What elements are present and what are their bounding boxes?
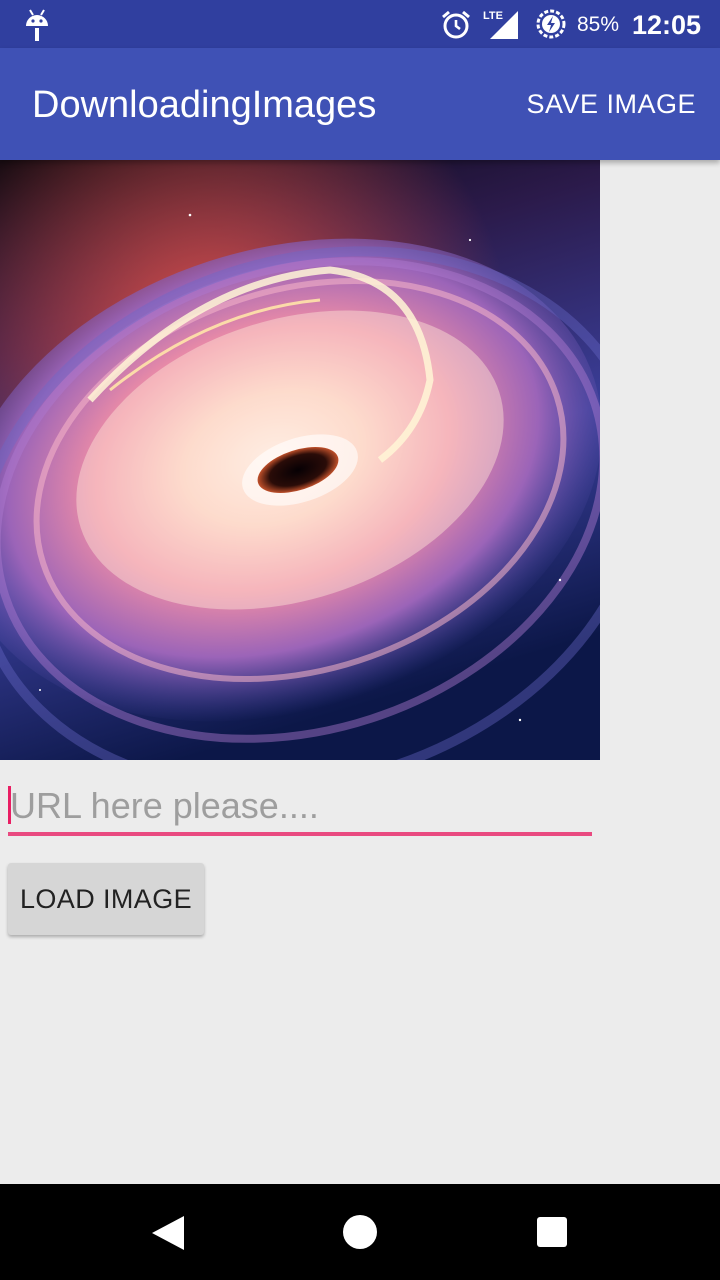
svg-text:LTE: LTE <box>483 10 503 22</box>
lte-signal-icon: LTE <box>483 10 518 39</box>
black-hole-galaxy-image <box>0 160 600 760</box>
home-icon[interactable] <box>342 1214 378 1250</box>
app-bar: DownloadingImages SAVE IMAGE <box>0 48 720 160</box>
url-input[interactable] <box>8 780 592 832</box>
load-image-button[interactable]: LOAD IMAGE <box>8 863 204 935</box>
downloaded-image <box>0 160 600 760</box>
recents-icon[interactable] <box>536 1216 568 1248</box>
status-bar: LTE 85% 12:05 <box>0 0 720 48</box>
text-cursor <box>8 786 11 824</box>
battery-saver-icon <box>536 9 566 39</box>
alarm-icon <box>442 10 470 39</box>
app-title: DownloadingImages <box>32 84 377 126</box>
status-clock: 12:05 <box>632 10 702 40</box>
battery-percentage: 85% <box>577 13 620 36</box>
save-image-button[interactable]: SAVE IMAGE <box>526 88 696 120</box>
back-icon[interactable] <box>150 1214 186 1252</box>
android-icon <box>26 9 48 41</box>
url-input-underline <box>8 832 592 836</box>
url-field[interactable] <box>8 780 592 836</box>
